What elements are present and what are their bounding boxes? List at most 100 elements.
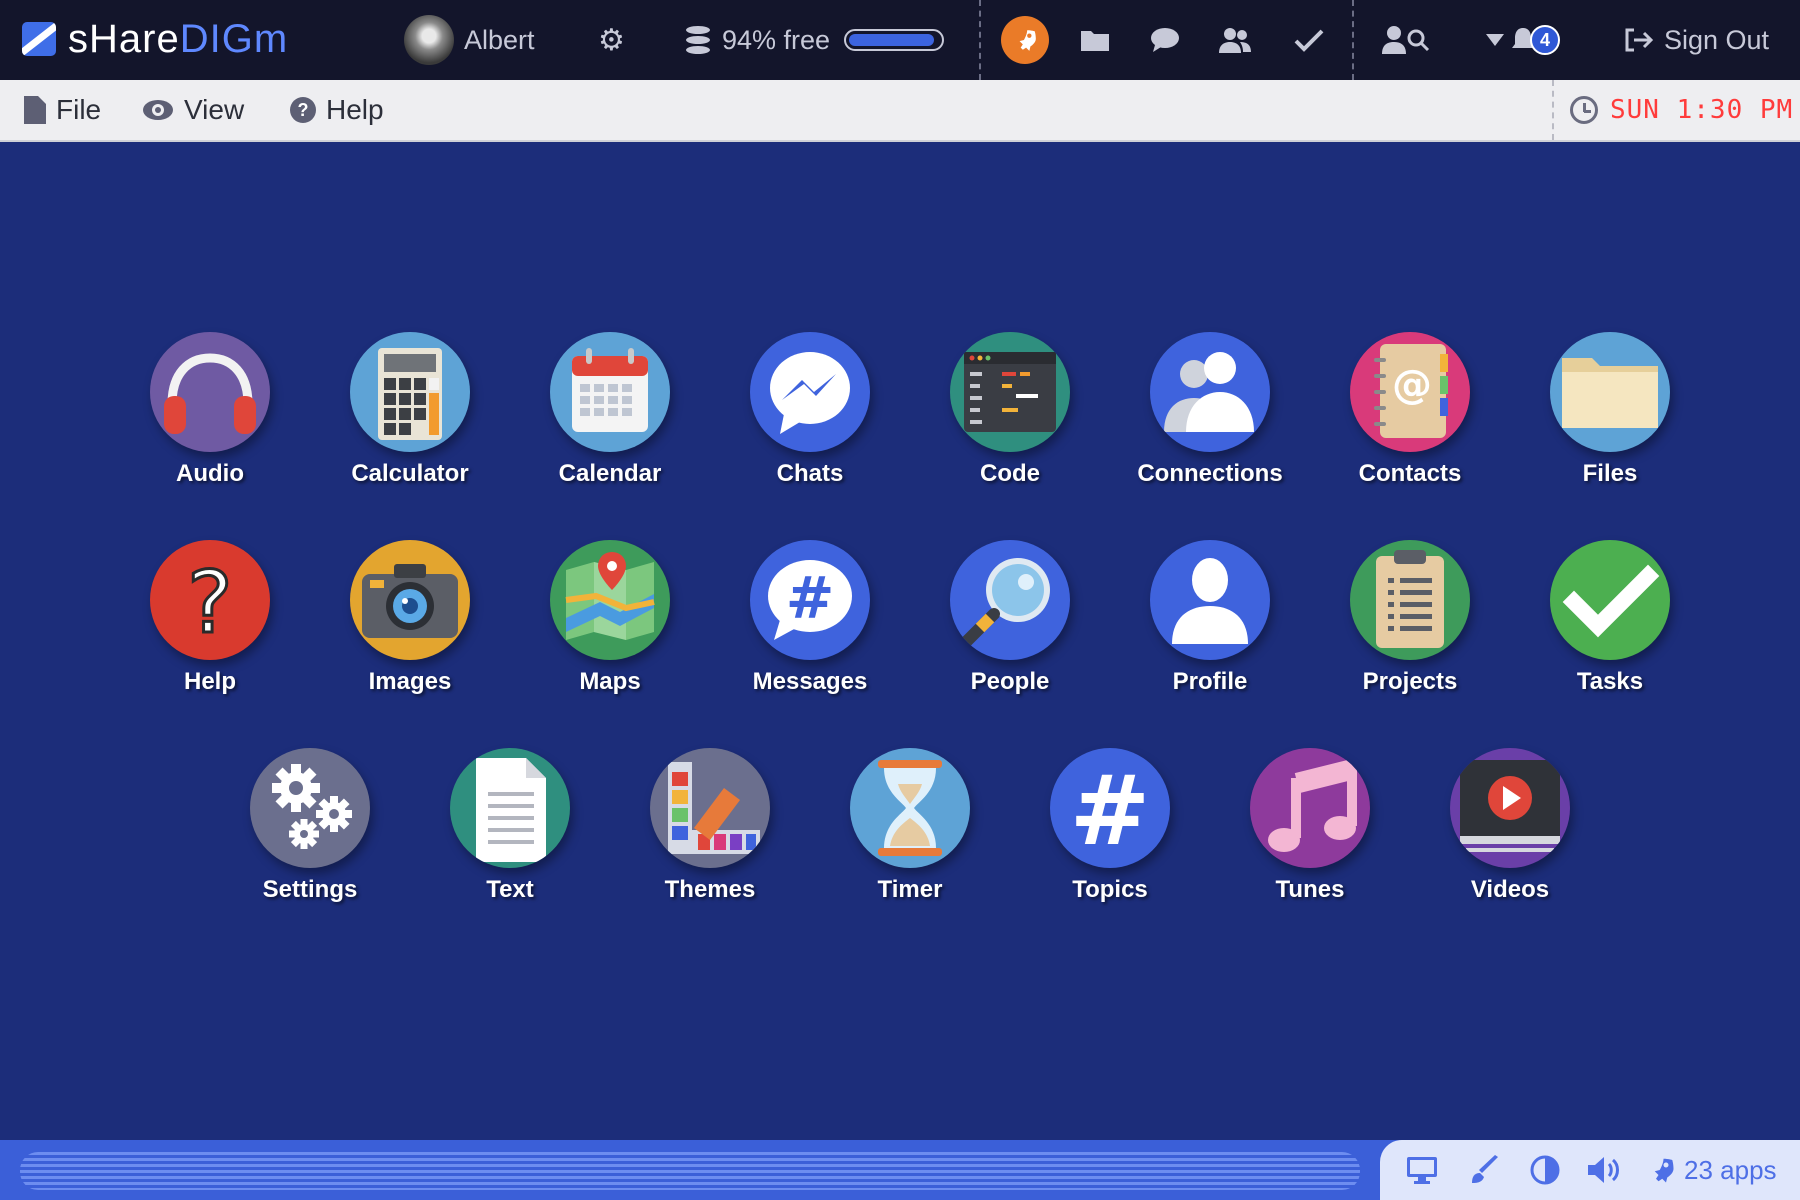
- video-player-icon: [1450, 748, 1570, 868]
- notifications-menu[interactable]: 4: [1486, 0, 1560, 80]
- app-code[interactable]: Code: [920, 332, 1100, 488]
- app-label: Tasks: [1576, 668, 1644, 695]
- rocket-icon: [1001, 16, 1049, 64]
- eye-icon: [143, 100, 173, 120]
- svg-text:#: #: [786, 564, 835, 632]
- app-label: Calendar: [558, 460, 662, 487]
- caret-down-icon: [1486, 34, 1504, 46]
- menu-bar: File View ? Help SUN 1:30 PM: [0, 80, 1800, 142]
- sign-out-label: Sign Out: [1664, 24, 1770, 55]
- app-chats[interactable]: Chats: [720, 332, 900, 488]
- brand-name: sHareDIGm: [68, 17, 289, 61]
- folder-icon[interactable]: [1080, 0, 1110, 80]
- settings-gear-icon[interactable]: ⚙: [598, 0, 625, 80]
- document-icon: [450, 748, 570, 868]
- rocket-icon: [1654, 1158, 1674, 1183]
- app-label: People: [970, 668, 1050, 695]
- app-tunes[interactable]: Tunes: [1220, 748, 1400, 904]
- menu-file[interactable]: File: [24, 80, 101, 140]
- music-note-icon: [1250, 748, 1370, 868]
- top-bar: sHareDIGm Albert ⚙ 94% free 4 Sign Out: [0, 0, 1800, 80]
- storage-text: 94% free: [722, 24, 831, 55]
- app-label: Chats: [776, 460, 844, 487]
- clock[interactable]: SUN 1:30 PM: [1570, 80, 1793, 140]
- app-label: Tunes: [1275, 876, 1345, 903]
- app-label: Maps: [579, 668, 641, 695]
- database-icon: [686, 26, 710, 54]
- calculator-icon: [350, 332, 470, 452]
- divider: [1552, 80, 1554, 140]
- app-calendar[interactable]: Calendar: [520, 332, 700, 488]
- clock-icon: [1570, 96, 1598, 124]
- apps-count-button[interactable]: 23 apps: [1646, 1140, 1777, 1200]
- user-menu[interactable]: Albert: [404, 0, 535, 80]
- app-label: Contacts: [1358, 460, 1462, 487]
- app-themes[interactable]: Themes: [620, 748, 800, 904]
- menu-file-label: File: [56, 94, 102, 125]
- volume-icon[interactable]: [1586, 1140, 1624, 1200]
- app-files[interactable]: Files: [1520, 332, 1700, 488]
- svg-text:#: #: [1070, 755, 1150, 867]
- app-topics[interactable]: # Topics: [1020, 748, 1200, 904]
- app-label: Themes: [664, 876, 756, 903]
- app-messages[interactable]: # Messages: [720, 540, 900, 696]
- app-maps[interactable]: Maps: [520, 540, 700, 696]
- monitor-icon[interactable]: [1406, 1140, 1438, 1200]
- app-projects[interactable]: Projects: [1320, 540, 1500, 696]
- hashtag-bubble-icon: #: [750, 540, 870, 660]
- paint-brush-icon[interactable]: [1470, 1140, 1500, 1200]
- taskbar-window-area[interactable]: [20, 1152, 1360, 1190]
- system-tray: 23 apps: [1380, 1140, 1800, 1200]
- app-label: Calculator: [351, 460, 469, 487]
- app-images[interactable]: Images: [320, 540, 500, 696]
- chat-bubble-icon[interactable]: [1150, 0, 1180, 80]
- users-icon[interactable]: [1218, 0, 1252, 80]
- app-label: Timer: [877, 876, 943, 903]
- app-text[interactable]: Text: [420, 748, 600, 904]
- app-label: Help: [183, 668, 236, 695]
- app-label: Settings: [262, 876, 358, 903]
- app-contacts[interactable]: @ Contacts: [1320, 332, 1500, 488]
- avatar: [404, 15, 454, 65]
- folder-icon: [1550, 332, 1670, 452]
- menu-view-label: View: [184, 94, 245, 125]
- user-search-icon[interactable]: [1382, 0, 1430, 80]
- storage-progress-bar: [844, 29, 945, 51]
- clipboard-icon: [1350, 540, 1470, 660]
- check-icon[interactable]: [1294, 0, 1324, 80]
- brand-logo[interactable]: sHareDIGm: [22, 17, 289, 61]
- sign-out-icon: [1625, 28, 1654, 52]
- question-mark-icon: ?: [150, 540, 270, 660]
- app-label: Audio: [176, 460, 244, 487]
- menu-help-label: Help: [326, 94, 384, 125]
- app-tasks[interactable]: Tasks: [1520, 540, 1700, 696]
- logo-mark-icon: [22, 22, 56, 56]
- app-label: Messages: [752, 668, 868, 695]
- app-connections[interactable]: Connections: [1120, 332, 1300, 488]
- app-label: Files: [1582, 460, 1638, 487]
- app-people[interactable]: People: [920, 540, 1100, 696]
- app-label: Images: [368, 668, 452, 695]
- hashtag-icon: #: [1050, 748, 1170, 868]
- sign-out-button[interactable]: Sign Out: [1624, 0, 1769, 80]
- app-label: Code: [980, 460, 1040, 487]
- app-help[interactable]: ? Help: [120, 540, 300, 696]
- app-settings[interactable]: Settings: [220, 748, 400, 904]
- contrast-icon[interactable]: [1530, 1140, 1560, 1200]
- color-palette-icon: [650, 748, 770, 868]
- map-icon: [550, 540, 670, 660]
- app-label: Projects: [1362, 668, 1458, 695]
- headphones-icon: [150, 332, 270, 452]
- app-videos[interactable]: Videos: [1420, 748, 1600, 904]
- app-profile[interactable]: Profile: [1120, 540, 1300, 696]
- person-icon: [1150, 540, 1270, 660]
- menu-help[interactable]: ? Help: [290, 80, 384, 140]
- app-audio[interactable]: Audio: [120, 332, 300, 488]
- divider: [979, 0, 981, 80]
- app-label: Profile: [1172, 668, 1248, 695]
- app-timer[interactable]: Timer: [820, 748, 1000, 904]
- app-calculator[interactable]: Calculator: [320, 332, 500, 488]
- magnifier-icon: [950, 540, 1070, 660]
- menu-view[interactable]: View: [142, 80, 244, 140]
- launcher-button[interactable]: [1001, 0, 1049, 80]
